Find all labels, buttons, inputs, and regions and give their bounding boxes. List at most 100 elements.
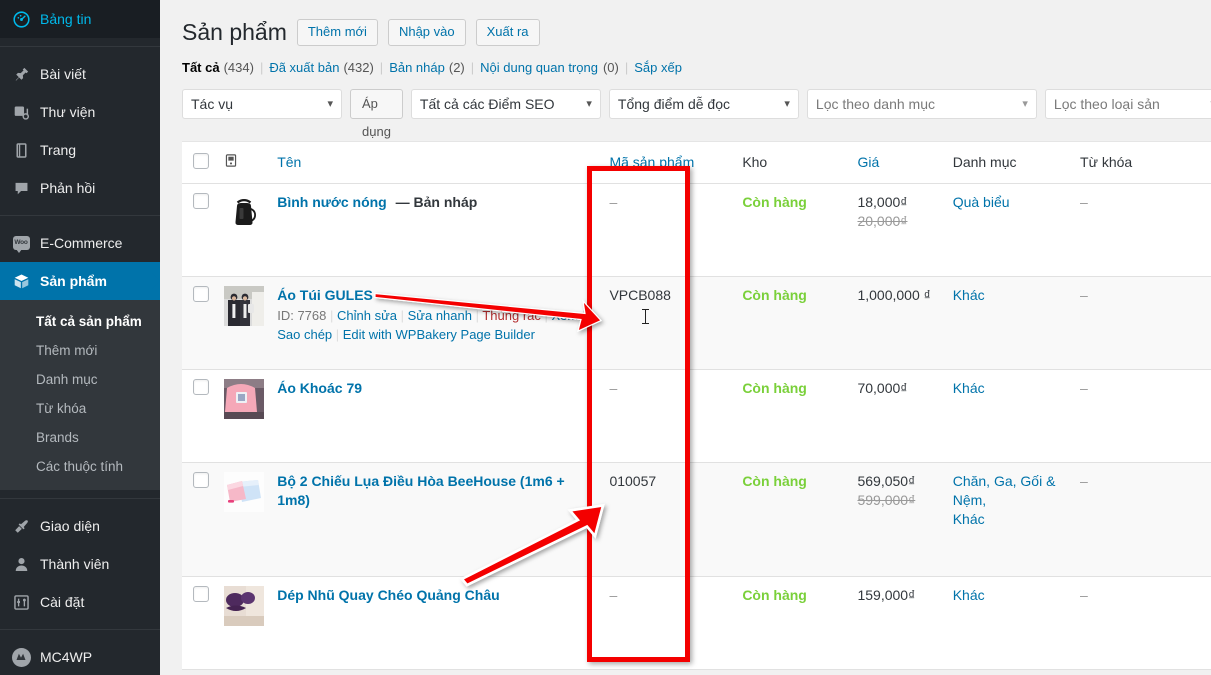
submenu-attributes[interactable]: Các thuộc tính [0,452,160,481]
row-stock-cell: Còn hàng [742,276,858,370]
row-action-duplicate[interactable]: Sao chép [277,327,332,342]
submenu-tags[interactable]: Từ khóa [0,394,160,423]
column-price: Giá [857,142,953,184]
row-tags-cell: – [1080,183,1211,277]
row-thumbnail-cell [224,576,278,670]
export-button[interactable]: Xuất ra [475,19,540,46]
category-link[interactable]: Khác [953,510,1070,529]
sidebar-item-appearance[interactable]: Giao diện [0,507,160,545]
add-new-button[interactable]: Thêm mới [296,19,378,46]
column-category-label: Danh mục [952,154,1017,171]
sidebar-item-dashboard[interactable]: Bảng tin [0,0,160,38]
sidebar-group-plugins: MC4WP ◀ Thu gọn menu [0,638,160,675]
pink-shirt-thumbnail [224,378,265,419]
row-sku-cell: – [609,183,743,277]
column-name-link[interactable]: Tên [277,154,301,170]
dashboard-icon [11,9,31,29]
submenu-brands[interactable]: Brands [0,423,160,452]
table-row: Áo Túi GULES ID: 7768 | Chỉnh sửa | Sửa … [182,276,1211,370]
sidebar-divider-2 [0,215,160,216]
settings-icon [11,592,31,612]
row-action-view[interactable]: Xem [552,308,579,323]
status-link-draft[interactable]: Bản nháp [389,60,445,75]
category-link[interactable]: Khác [953,587,985,603]
row-action-id: ID: 7768 [277,307,327,323]
row-action-trash[interactable]: Thùng rác [482,308,541,323]
stock-status: Còn hàng [742,193,807,210]
row-action-edit[interactable]: Chỉnh sửa [337,308,397,323]
bulk-action-select[interactable]: Tác vụ [182,89,342,119]
row-action-wpbakery[interactable]: Edit with WPBakery Page Builder [343,327,535,342]
product-name-link[interactable]: Bộ 2 Chiếu Lụa Điều Hòa BeeHouse (1m6 + … [277,473,564,508]
sidebar-item-label: Thành viên [40,556,110,572]
status-link-all[interactable]: Tất cả [182,60,220,75]
category-link[interactable]: Khác [953,287,985,303]
image-icon [224,154,238,171]
submenu-all-products[interactable]: Tất cả sản phẩm [0,307,160,336]
column-stock-label: Kho [742,154,768,171]
row-sku-cell: – [609,576,743,670]
sidebar-item-mc4wp[interactable]: MC4WP [0,638,160,675]
regular-price: 20,000₫ [857,212,908,229]
status-link-published[interactable]: Đã xuất bản [269,60,339,75]
submenu-categories[interactable]: Danh mục [0,365,160,394]
row-checkbox[interactable] [193,585,209,602]
sidebar-item-posts[interactable]: Bài viết [0,55,160,93]
status-separator: | [470,60,475,75]
sidebar-item-users[interactable]: Thành viên [0,545,160,583]
pages-icon [11,140,31,160]
products-table-area: Tên Mã sản phẩm Kho Giá Danh mục Từ khóa [182,141,1211,670]
seo-score-select-wrap: Tất cả các Điểm SEO [410,89,601,119]
apply-button[interactable]: Áp dụng [350,89,403,139]
row-tags-cell: – [1080,462,1211,577]
product-name-link[interactable]: Dép Nhũ Quay Chéo Quảng Châu [277,587,499,603]
status-count-cornerstone: (0) [602,60,619,75]
row-price-cell: 70,000₫ [857,369,953,463]
product-type-filter-select[interactable]: Lọc theo loại sản [1044,89,1211,119]
row-checkbox[interactable] [193,285,209,302]
product-price: 159,000₫ [857,586,916,603]
sale-price: 18,000₫ [857,193,908,210]
category-link[interactable]: Khác [953,380,985,396]
sidebar-item-settings[interactable]: Cài đặt [0,583,160,621]
row-checkbox-cell [182,183,225,277]
status-link-sort[interactable]: Sắp xếp [634,60,682,75]
submenu-add-new[interactable]: Thêm mới [0,336,160,365]
column-tags: Từ khóa [1080,142,1211,184]
select-all-checkbox[interactable] [193,152,209,169]
product-name-link[interactable]: Bình nước nóng [277,194,387,210]
category-filter-select[interactable]: Lọc theo danh mục [806,89,1037,119]
sidebar-item-comments[interactable]: Phản hồi [0,169,160,207]
row-checkbox[interactable] [193,378,209,395]
sidebar-item-label: E-Commerce [40,235,123,251]
product-name-link[interactable]: Áo Túi GULES [277,287,373,303]
sidebar-item-label: Bảng tin [40,11,92,27]
product-name-link[interactable]: Áo Khoác 79 [277,380,362,396]
sidebar-group-commerce: Woo E-Commerce Sản phẩm [0,224,160,300]
column-price-link[interactable]: Giá [857,154,879,170]
row-thumbnail-cell [224,462,278,577]
sidebar-item-label: MC4WP [40,649,93,665]
status-link-cornerstone[interactable]: Nội dung quan trọng [480,60,598,75]
sidebar-item-media[interactable]: Thư viện [0,93,160,131]
row-checkbox[interactable] [193,471,209,488]
row-checkbox[interactable] [193,192,209,209]
seo-score-select[interactable]: Tất cả các Điểm SEO [410,89,601,119]
sidebar-item-pages[interactable]: Trang [0,131,160,169]
category-link[interactable]: Quà biểu [953,194,1010,210]
row-price-cell: 159,000₫ [857,576,953,670]
column-sku-link[interactable]: Mã sản phẩm [609,154,694,170]
row-tags-cell: – [1080,276,1211,370]
sidebar-item-ecommerce[interactable]: Woo E-Commerce [0,224,160,262]
import-button[interactable]: Nhập vào [387,19,466,46]
readability-select[interactable]: Tổng điểm dễ đọc [608,89,799,119]
sidebar-item-products[interactable]: Sản phẩm [0,262,160,300]
sidebar-item-label: Phản hồi [40,180,96,196]
category-link[interactable]: Chăn, Ga, Gối & Nệm, [953,473,1056,508]
row-name-cell: Áo Túi GULES ID: 7768 | Chỉnh sửa | Sửa … [277,276,610,370]
row-action-quick-edit[interactable]: Sửa nhanh [408,308,472,323]
row-tags-cell: – [1080,369,1211,463]
bulk-action-select-wrap: Tác vụ [182,89,342,119]
stock-status: Còn hàng [742,379,807,396]
row-name-cell: Dép Nhũ Quay Chéo Quảng Châu [277,576,610,670]
